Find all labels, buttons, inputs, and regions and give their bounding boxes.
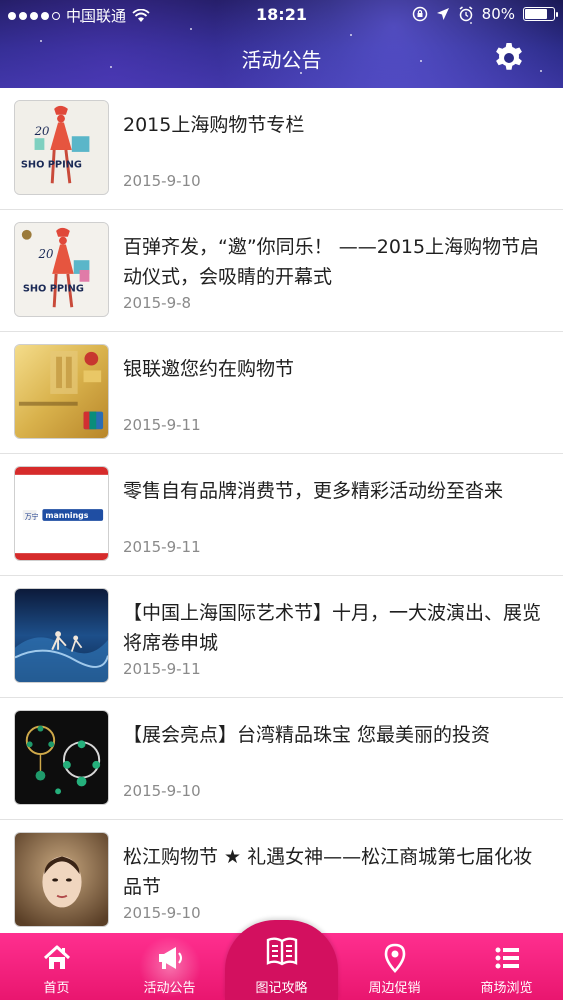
shopping-festival-poster-thumbnail: 20 SHO PPING [14,100,109,195]
tab-label: 周边促销 [368,981,421,996]
announcement-date: 2015-9-10 [123,172,201,190]
tab-bar: 首页 活动公告 图记攻略 周边促销 商场浏览 [0,920,563,1000]
status-bar: 中国联通 18:21 80% [0,0,563,30]
gear-icon[interactable] [493,42,525,74]
book-icon [266,937,297,966]
poster-year-text: 20 [34,124,50,138]
location-arrow-icon [436,8,449,20]
announcement-title: 百弹齐发，“邀”你同乐！ ——2015上海购物节启动仪式，会吸睛的开幕式 [123,236,540,288]
tab-label: 首页 [43,981,70,996]
list-icon [495,947,519,969]
shopping-festival-poster-thumbnail: 20 SHO PPING [14,222,109,317]
svg-text:万宁: 万宁 [25,512,39,521]
tab-label: 商场浏览 [480,981,533,996]
battery-icon [523,7,558,21]
unionpay-card-thumbnail [14,344,109,439]
announcement-date: 2015-9-11 [123,538,201,556]
announcement-title: 银联邀您约在购物节 [123,358,295,380]
poster-year-text: 20 [37,247,53,261]
poster-word-text: SHO PPING [21,160,82,171]
list-item[interactable]: 20 SHO PPING 2015上海购物节专栏 2015-9-10 [0,88,563,210]
list-item[interactable]: 松江购物节 ★ 礼遇女神——松江商城第七届化妆品节 2015-9-10 [0,820,563,933]
tab-mall-browse[interactable]: 商场浏览 [450,933,563,1000]
list-item[interactable]: 万宁 mannings 零售自有品牌消费节，更多精彩活动纷至沓来 2015-9-… [0,454,563,576]
tab-label: 图记攻略 [255,981,308,996]
art-festival-thumbnail [14,588,109,683]
announcement-date: 2015-9-11 [123,660,201,678]
tab-guide[interactable]: 图记攻略 [225,920,338,1000]
list-item[interactable]: 银联邀您约在购物节 2015-9-11 [0,332,563,454]
announcement-date: 2015-9-11 [123,416,201,434]
list-item[interactable]: 【中国上海国际艺术节】十月，一大波演出、展览将席卷申城 2015-9-11 [0,576,563,698]
brand-logo-text: mannings [45,511,88,520]
cosmetics-model-thumbnail [14,832,109,927]
announcement-title: 2015上海购物节专栏 [123,114,305,136]
poster-word-text: SHO PPING [23,284,84,295]
home-icon [43,945,70,969]
announcement-title: 松江购物节 ★ 礼遇女神——松江商城第七届化妆品节 [123,846,533,898]
list-item[interactable]: 20 SHO PPING 百弹齐发，“邀”你同乐！ ——2015上海购物节启动仪… [0,210,563,332]
jewelry-thumbnail [14,710,109,805]
announcement-date: 2015-9-8 [123,294,192,312]
announcement-title: 【中国上海国际艺术节】十月，一大波演出、展览将席卷申城 [123,602,542,654]
battery-level-fill [525,9,547,19]
tab-home[interactable]: 首页 [0,933,113,1000]
megaphone-icon [158,947,182,969]
alarm-icon [459,6,473,22]
nav-bar: 活动公告 [0,30,563,88]
tab-nearby-promotions[interactable]: 周边促销 [338,933,451,1000]
announcement-date: 2015-9-10 [123,904,201,922]
rotation-lock-icon [412,6,427,22]
announcement-title: 零售自有品牌消费节，更多精彩活动纷至沓来 [123,480,504,502]
announcement-date: 2015-9-10 [123,782,201,800]
header: 中国联通 18:21 80% 活动公告 [0,0,563,88]
page-title: 活动公告 [241,48,322,72]
announcement-list: 20 SHO PPING 2015上海购物节专栏 2015-9-10 20 SH… [0,88,563,933]
battery-percent: 80% [481,5,515,23]
tab-label: 活动公告 [143,981,196,996]
list-item[interactable]: 【展会亮点】台湾精品珠宝 您最美丽的投资 2015-9-10 [0,698,563,820]
tab-announcements[interactable]: 活动公告 [113,933,226,1000]
location-pin-icon [384,943,405,973]
announcement-title: 【展会亮点】台湾精品珠宝 您最美丽的投资 [123,724,491,746]
retail-brands-banner-thumbnail: 万宁 mannings [14,466,109,561]
